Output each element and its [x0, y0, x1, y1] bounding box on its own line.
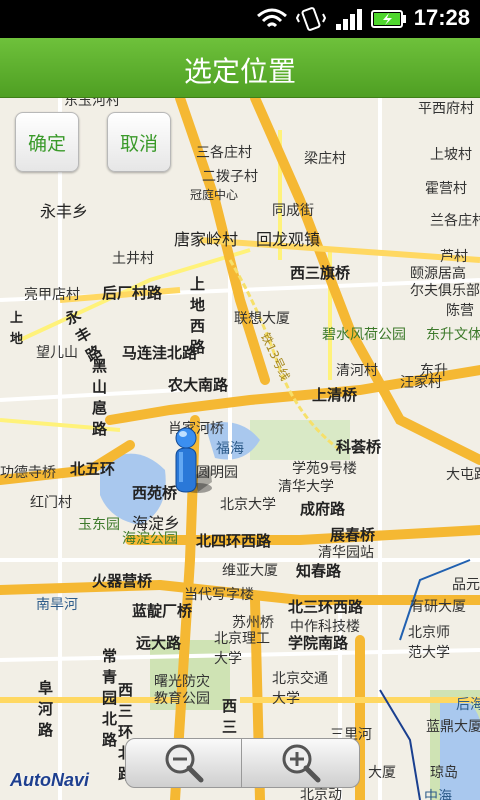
map-label: 东玉河村 [64, 98, 120, 109]
zoom-out-button[interactable] [126, 739, 242, 787]
map-label: 玉东园 [78, 517, 120, 533]
map-label: 北京大学 [220, 497, 276, 513]
map-label: 同成街 [272, 203, 314, 219]
map-label: 唐家岭村 [174, 230, 239, 249]
map-label: 北京理工大学 [214, 631, 270, 667]
map-label: 永丰乡 [40, 202, 89, 221]
map-label: 北三环西路 [288, 598, 364, 616]
map-label: 维亚大厦 [222, 563, 278, 579]
map-label: 马连洼北路 [122, 344, 198, 362]
zoom-out-icon [165, 744, 203, 783]
map-label: 望儿山 [36, 345, 78, 361]
signal-icon [336, 9, 362, 30]
map-label: 兰各庄村 [430, 213, 480, 229]
location-pin-icon[interactable] [168, 426, 214, 498]
zoom-controls [125, 738, 360, 788]
map-label: 陈营 [446, 303, 474, 319]
map-label: 亮甲店村 [24, 287, 80, 303]
zoom-in-button[interactable] [243, 739, 359, 787]
map-label: 回龙观镇 [256, 230, 321, 249]
map-label: 清华园站 [318, 545, 374, 561]
wifi-icon [257, 8, 287, 28]
map-label: 阜河路 [38, 679, 54, 739]
map-label: 三各庄村 [196, 145, 252, 161]
map-label: 蓝靛厂桥 [132, 602, 193, 620]
map-label: 黑山扈路 [92, 357, 108, 438]
map-label: 福海 [216, 441, 244, 457]
map-label: 农大南路 [168, 376, 229, 394]
map-label: 琼岛 [430, 765, 458, 781]
map-view[interactable]: 东玉河村 平西府村 三各庄村 梁庄村 上坡村 二拨子村 冠庭中心 霍营村 永丰乡… [0, 98, 480, 800]
map-label: 上清桥 [312, 386, 358, 404]
map-label: 海淀公园 [122, 531, 178, 547]
map-label: 土井村 [112, 251, 154, 267]
map-label: 清华大学 [278, 479, 334, 495]
map-label: 上坡村 [430, 147, 472, 163]
confirm-button[interactable]: 确定 [15, 112, 79, 172]
battery-charging-icon [371, 10, 406, 28]
map-label: 上地 [10, 311, 24, 347]
map-label: 曙光防灾教育公园 [154, 674, 210, 707]
clock: 17:28 [413, 5, 470, 30]
map-label: 后海 [456, 697, 480, 713]
map-label: 中海 [424, 789, 452, 800]
map-label: 北五环 [70, 460, 116, 478]
map-label: 北京师范大学 [408, 625, 450, 661]
map-label: 功德寺桥 [0, 465, 56, 481]
map-label: 碧水风荷公园 [322, 327, 406, 343]
autonavi-logo: AutoNavi [10, 770, 90, 790]
map-label: 有研大厦 [410, 599, 466, 615]
map-label: 二拨子村 [202, 169, 258, 185]
map-label: 成府路 [300, 500, 346, 518]
map-label: 当代写字楼 [184, 587, 254, 603]
map-label: 火器营桥 [92, 572, 153, 590]
title-bar: 选定位置 [0, 38, 480, 98]
map-label: 东升文体公园 [426, 327, 480, 343]
map-label: 远大路 [136, 634, 182, 652]
map-label: 霍营村 [425, 181, 467, 197]
map-label: 学苑9号楼 [292, 461, 357, 477]
map-label: 西三旗桥 [290, 264, 351, 282]
map-label: 清河村 [336, 363, 378, 379]
map-label: 北四环西路 [196, 532, 272, 550]
map-label: 蓝鼎大厦 [426, 719, 480, 735]
map-label: 大屯路 [446, 467, 480, 483]
zoom-in-icon [282, 744, 321, 783]
map-label: 尔夫俱乐部 [410, 283, 480, 299]
map-label: 常青园北路 [102, 647, 118, 749]
map-label: 后厂村路 [102, 284, 163, 302]
map-label: 平西府村 [418, 101, 474, 117]
map-label: 红门村 [30, 495, 72, 511]
map-label: 南旱河 [36, 597, 78, 613]
map-label: 冠庭中心 [190, 188, 239, 202]
map-label: 东升 [420, 363, 448, 379]
cancel-button[interactable]: 取消 [107, 112, 171, 172]
map-label: 联想大厦 [234, 311, 290, 327]
map-label: 学院南路 [288, 634, 349, 652]
page-title: 选定位置 [183, 55, 296, 88]
map-label: 知春路 [296, 562, 342, 580]
map-label: 大厦 [368, 765, 396, 781]
map-label: 品元 [452, 577, 480, 593]
map-label: 梁庄村 [304, 151, 346, 167]
status-bar: 17:28 [0, 0, 480, 38]
vibrate-icon [296, 7, 326, 31]
map-label: 科荟桥 [336, 438, 382, 456]
map-label: 北京交通大学 [272, 671, 328, 707]
